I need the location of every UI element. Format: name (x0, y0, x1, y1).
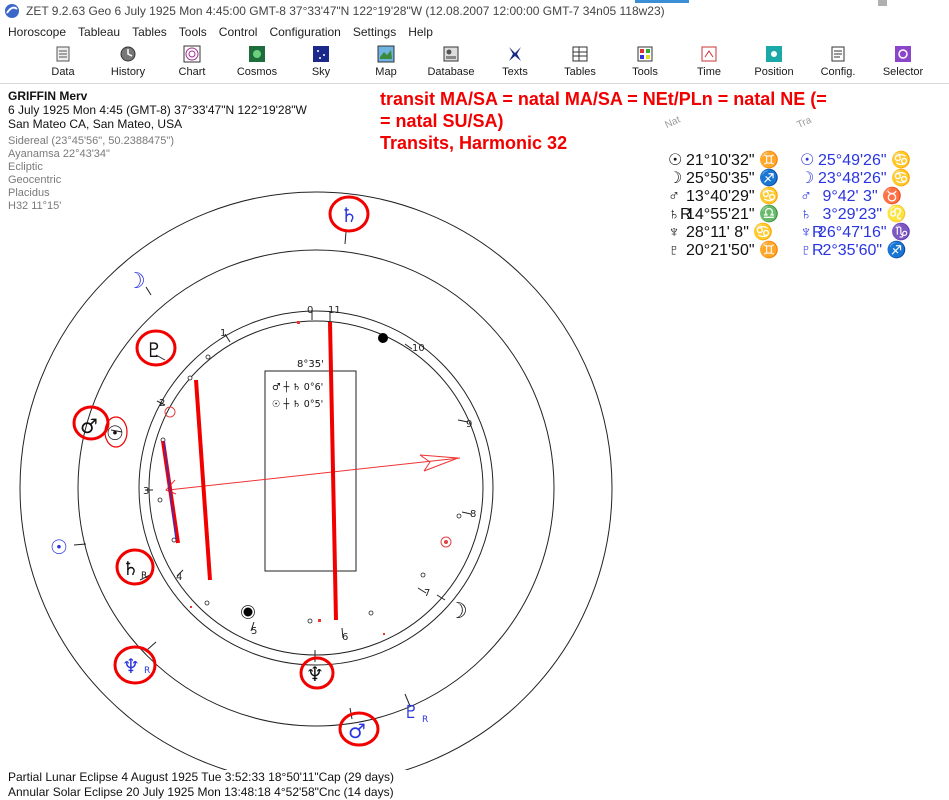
data-icon (56, 46, 70, 62)
midpoint-row: ☉ ┼ ♄ 0°5' (272, 398, 323, 410)
sun-natal-glyph[interactable]: ☉ (106, 421, 124, 445)
transit-row: ☉ 25°49'26" ♋ (800, 152, 911, 169)
sun-transit-glyph[interactable]: ☉ (50, 535, 68, 559)
natal-row: ♆ 28°11' 8" ♋ (668, 224, 774, 241)
data-button[interactable]: Data (32, 45, 94, 83)
retrograde-label: R (422, 715, 428, 725)
house-7-label: 7 (424, 588, 430, 599)
retrograde-label: R (141, 571, 147, 581)
position-button[interactable]: Position (743, 45, 805, 83)
menu-tableau[interactable]: Tableau (72, 25, 126, 39)
history-icon (120, 46, 136, 62)
sky-button[interactable]: Sky (290, 45, 352, 83)
house-3-label: 3 (143, 486, 149, 497)
menu-configuration[interactable]: Configuration (263, 25, 346, 39)
cosmos-icon (249, 46, 265, 62)
chart-button[interactable]: Chart (161, 45, 223, 83)
midpoint-title: 8°35' (297, 359, 324, 370)
menu-control[interactable]: Control (213, 25, 264, 39)
moon-natal-glyph[interactable]: ☽ (448, 599, 468, 624)
moon-transit-glyph[interactable]: ☽ (126, 269, 146, 294)
house-1-label: 1 (220, 328, 226, 339)
red-ring-dot (164, 406, 176, 418)
transit-row: ♆R26°47'16" ♑ (800, 224, 911, 241)
lunar-eclipse-info: Partial Lunar Eclipse 4 August 1925 Tue … (8, 770, 395, 784)
person-name: GRIFFIN Merv (8, 89, 88, 103)
horoscope-wheel[interactable]: 0 11 10 9 8 7 6 5 4 3 2 1 (0, 160, 660, 770)
time-button[interactable]: Time (678, 45, 740, 83)
midpoint-row: ♂ ┼ ♄ 0°6' (272, 381, 323, 393)
selector-icon (895, 46, 911, 62)
black-dot (378, 333, 388, 343)
selector-button[interactable]: Selector (872, 45, 934, 83)
pluto-transit-glyph[interactable]: ♇ (403, 702, 419, 723)
map-button[interactable]: Map (355, 45, 417, 83)
red-marker-line (194, 379, 212, 581)
title-accent-dark (878, 0, 887, 6)
history-button[interactable]: History (97, 45, 159, 83)
menu-bar: Horoscope Tableau Tables Tools Control C… (0, 22, 949, 42)
saturn-natal-glyph[interactable]: ♄ (122, 558, 139, 580)
menu-help[interactable]: Help (402, 25, 439, 39)
map-icon (377, 45, 395, 63)
annotation-line-1: transit MA/SA = natal MA/SA = NEt/PLn = … (380, 89, 827, 109)
sidereal-info: Sidereal (23°45'56", 50.2388475") (8, 135, 174, 147)
saturn-transit-glyph[interactable]: ♄ (340, 203, 358, 227)
menu-tables[interactable]: Tables (126, 25, 173, 39)
config-icon (831, 46, 845, 62)
transit-row: ♄ 3°29'23" ♌ (800, 206, 907, 223)
house-8-label: 8 (470, 509, 476, 520)
config-button[interactable]: Config. (807, 45, 869, 83)
tables-button[interactable]: Tables (549, 45, 611, 83)
red-annotation: transit MA/SA = natal MA/SA = NEt/PLn = … (380, 88, 940, 154)
birth-datetime: 6 July 1925 Mon 4:45 (GMT-8) 37°33'47"N … (8, 103, 307, 117)
sky-icon (313, 46, 329, 62)
menu-horoscope[interactable]: Horoscope (0, 25, 72, 39)
chart-icon (183, 45, 201, 63)
natal-row: ♇ 20°21'50" ♊ (668, 242, 779, 259)
mars-transit-glyph[interactable]: ♂ (348, 719, 366, 743)
title-accent (635, 0, 689, 3)
texts-icon (509, 47, 521, 61)
natal-row: ☉ 21°10'32" ♊ (668, 152, 779, 169)
time-icon (701, 46, 717, 62)
neptune-natal-glyph[interactable]: ♆ (306, 662, 324, 686)
natal-row: ♄R14°55'21" ♎ (668, 206, 779, 223)
solar-eclipse-info: Annular Solar Eclipse 20 July 1925 Mon 1… (8, 785, 394, 799)
annotation-line-2: = natal SU/SA) (380, 111, 504, 131)
transit-row: ♂ 9°42' 3" ♉ (800, 188, 902, 205)
database-button[interactable]: Database (420, 45, 482, 83)
database-icon (443, 46, 459, 62)
position-icon (766, 46, 782, 62)
tools-button[interactable]: Tools (614, 45, 676, 83)
title-bar: ZET 9.2.63 Geo 6 July 1925 Mon 4:45:00 G… (0, 0, 949, 22)
window-title: ZET 9.2.63 Geo 6 July 1925 Mon 4:45:00 G… (26, 4, 665, 18)
house-10-label: 10 (412, 343, 425, 354)
toolbar: Data History Chart Cosmos Sky Map Databa… (0, 42, 949, 84)
natal-row: ♂ 13°40'29" ♋ (668, 188, 779, 205)
eclipse-footer: Partial Lunar Eclipse 4 August 1925 Tue … (8, 770, 394, 800)
house-9-label: 9 (466, 419, 472, 430)
transit-row: ☽ 23°48'26" ♋ (800, 170, 911, 187)
neptune-transit-glyph[interactable]: ♆ (122, 654, 140, 678)
cosmos-button[interactable]: Cosmos (226, 45, 288, 83)
tables-icon (572, 46, 588, 62)
menu-tools[interactable]: Tools (173, 25, 213, 39)
birth-place: San Mateo CA, San Mateo, USA (8, 117, 183, 131)
app-logo-icon (5, 4, 19, 18)
mars-natal-glyph[interactable]: ♂ (80, 414, 98, 438)
natal-row: ☽ 25°50'35" ♐ (668, 170, 779, 187)
tools-icon (637, 46, 653, 62)
retrograde-label: R (144, 666, 150, 676)
menu-settings[interactable]: Settings (347, 25, 402, 39)
transit-row: ♇R 2°35'60" ♐ (800, 242, 907, 259)
texts-button[interactable]: Texts (484, 45, 546, 83)
black-dot (242, 606, 254, 618)
pluto-natal-glyph[interactable]: ♇ (145, 338, 163, 362)
